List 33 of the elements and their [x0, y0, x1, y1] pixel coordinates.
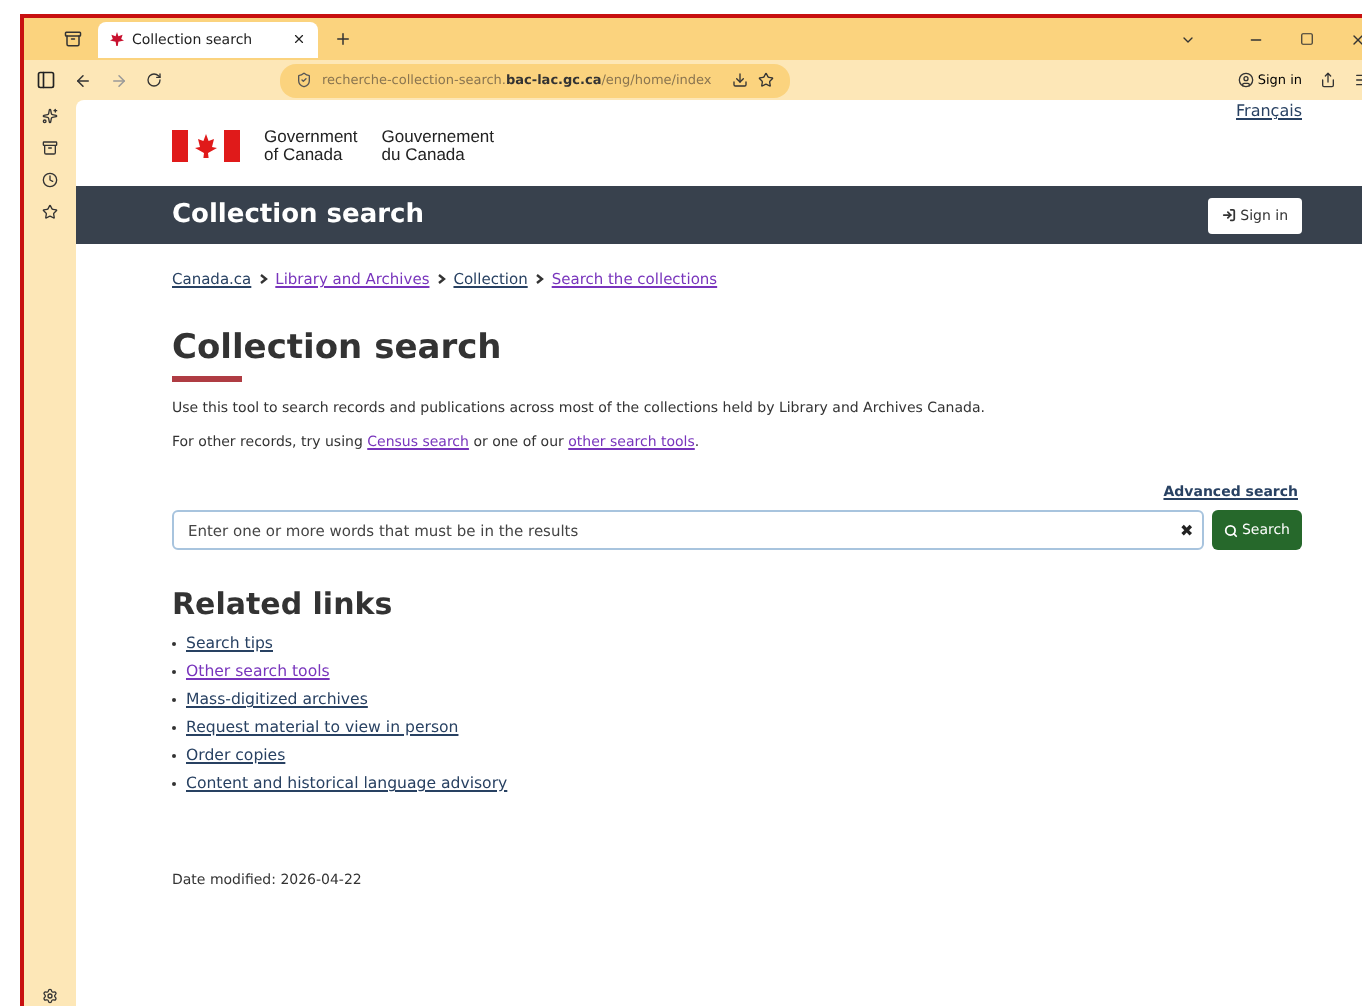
chevron-icon [535, 274, 544, 284]
wordmark-english: Government of Canada [264, 128, 358, 162]
shield-icon [296, 72, 312, 88]
sidebar-toggle-icon[interactable] [36, 70, 56, 90]
maximize-icon[interactable] [1300, 32, 1314, 46]
page-heading: Collection search [172, 328, 502, 368]
related-links-heading: Related links [172, 586, 395, 622]
back-icon[interactable] [74, 71, 92, 89]
sparkle-icon[interactable] [42, 108, 58, 124]
search-icon [1223, 523, 1238, 537]
heading-underline [172, 376, 242, 382]
wordmark-french: Gouvernement du Canada [381, 128, 495, 162]
star-icon[interactable] [42, 204, 58, 220]
reload-icon[interactable] [146, 72, 162, 88]
app-title: Collection search [172, 200, 424, 230]
share-icon[interactable] [1320, 72, 1336, 88]
close-icon[interactable] [292, 32, 306, 46]
new-tab-icon[interactable] [334, 30, 352, 48]
clock-icon[interactable] [42, 172, 58, 188]
close-icon[interactable] [1350, 31, 1362, 47]
maple-leaf-icon [110, 32, 124, 46]
sign-in-icon [1222, 208, 1237, 222]
settings-icon[interactable] [42, 988, 58, 1004]
chevron-icon [259, 274, 268, 284]
language-link[interactable]: Français [1236, 102, 1302, 120]
download-icon[interactable] [731, 72, 748, 88]
clear-button[interactable]: ✖ [1179, 521, 1194, 539]
chevron-icon [437, 274, 446, 284]
canada-flag-icon [172, 129, 240, 161]
tab-group-icon[interactable] [64, 30, 82, 48]
profile-icon [1237, 72, 1254, 88]
archive-icon[interactable] [42, 140, 58, 156]
star-icon[interactable] [757, 72, 774, 88]
